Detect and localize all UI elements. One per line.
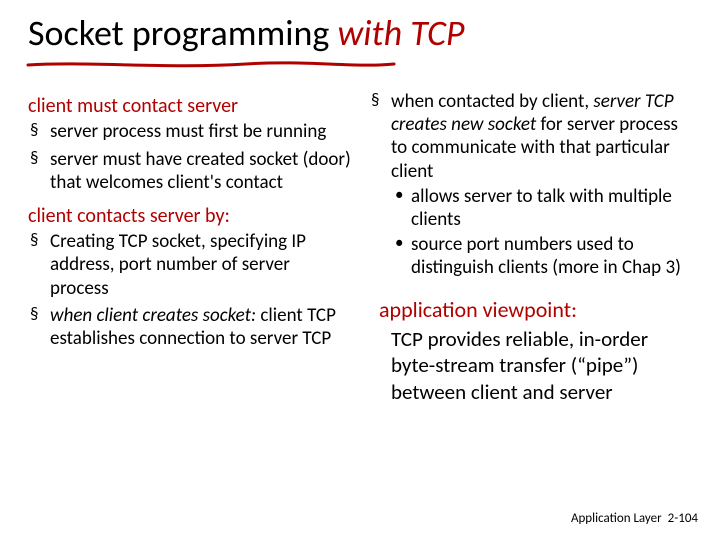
list-item: allows server to talk with multiple clie… bbox=[411, 185, 692, 233]
viewpoint-heading: application viewpoint: bbox=[379, 297, 692, 324]
footer-label: Application Layer bbox=[571, 511, 662, 526]
list-item: when client creates socket: client TCP e… bbox=[50, 304, 351, 354]
left-heading-2: client contacts server by: bbox=[28, 204, 351, 228]
list-item: when contacted by client, server TCP cre… bbox=[391, 90, 692, 287]
content-columns: client must contact server server proces… bbox=[28, 90, 692, 490]
right-column: when contacted by client, server TCP cre… bbox=[369, 90, 692, 490]
left-column: client must contact server server proces… bbox=[28, 90, 351, 490]
title-accent: with TCP bbox=[338, 11, 465, 55]
text: when contacted by client, bbox=[391, 90, 593, 113]
left-heading-1: client must contact server bbox=[28, 94, 351, 118]
right-list: when contacted by client, server TCP cre… bbox=[369, 90, 692, 287]
left-list-2: Creating TCP socket, specifying IP addre… bbox=[28, 230, 351, 354]
list-item: server must have created socket (door) t… bbox=[50, 148, 351, 198]
list-item: Creating TCP socket, specifying IP addre… bbox=[50, 230, 351, 304]
left-list-1: server process must first be running ser… bbox=[28, 120, 351, 198]
footer: Application Layer 2-104 bbox=[571, 511, 698, 526]
emphasis: when client creates socket: bbox=[50, 304, 256, 327]
title-underline bbox=[26, 56, 396, 66]
right-sublist: allows server to talk with multiple clie… bbox=[391, 185, 692, 282]
title-prefix: Socket programming bbox=[28, 11, 338, 55]
slide-title: Socket programming with TCP bbox=[28, 14, 692, 54]
list-item: server process must first be running bbox=[50, 120, 351, 147]
title-area: Socket programming with TCP bbox=[28, 14, 692, 54]
slide: { "title": { "prefix": "Socket programmi… bbox=[0, 0, 720, 540]
list-item: source port numbers used to distinguish … bbox=[411, 233, 692, 281]
viewpoint-body: TCP provides reliable, in-order byte-str… bbox=[391, 326, 692, 405]
page-number: 2-104 bbox=[668, 511, 698, 526]
